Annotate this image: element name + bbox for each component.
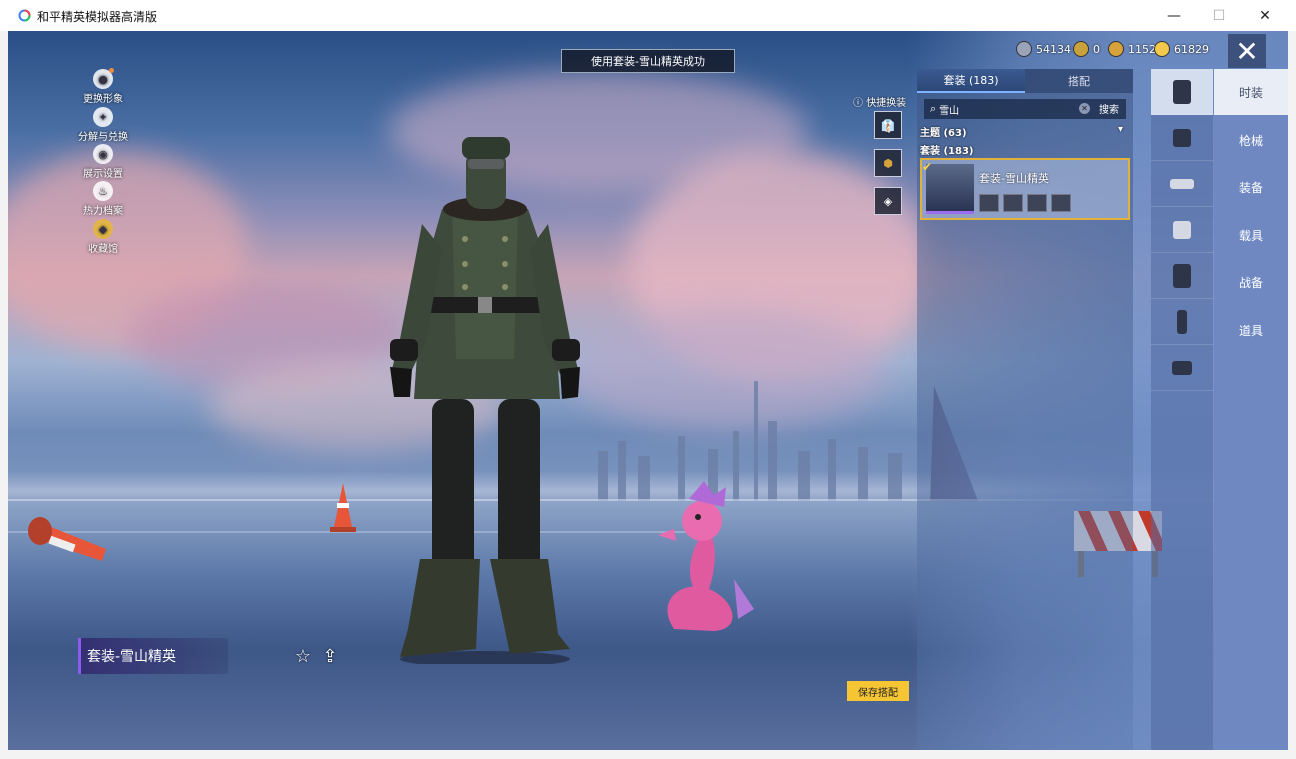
category-glasses[interactable]	[1151, 161, 1213, 207]
silver-coin-icon	[1016, 41, 1032, 57]
close-icon[interactable]: ✕	[1228, 34, 1266, 68]
player-character[interactable]	[380, 129, 590, 664]
suit-count-label: 套装 (183)	[920, 146, 974, 157]
currency-value: 54134	[1036, 42, 1071, 56]
emblem-icon: ⬢	[883, 156, 893, 170]
collection-icon: ◆	[93, 219, 113, 239]
fire-icon: ♨	[93, 181, 113, 201]
menu-label: 分解与兑换	[78, 132, 128, 143]
collection-hall-button[interactable]: ◆ 收藏馆	[70, 219, 136, 255]
tab-equipment[interactable]: 装备	[1214, 164, 1288, 210]
favorite-star-icon[interactable]: ☆	[292, 645, 314, 667]
menu-label: 收藏馆	[88, 244, 118, 255]
outfit-panel: 套装 (183) 搭配 ⌕ 雪山 ✕ 搜索 主题 (63) ▾ 套装 (183)…	[917, 69, 1133, 750]
window-title: 和平精英模拟器高清版	[37, 10, 158, 24]
game-viewport: 使用套装-雪山精英成功 ● 更换形象 ✦ 分解与兑换 ◉ 展示设置 ♨ 热力档案…	[8, 31, 1288, 750]
traffic-cone-icon	[28, 517, 106, 561]
minimize-button[interactable]: —	[1151, 0, 1197, 31]
quick-slot-badge[interactable]: ◈	[874, 187, 902, 215]
save-outfit-button[interactable]: 保存搭配	[847, 681, 909, 701]
tab-battle-prep[interactable]: 战备	[1214, 259, 1288, 305]
pet-dragon[interactable]	[654, 479, 764, 639]
decompose-icon: ✦	[93, 107, 113, 127]
right-edge	[1288, 31, 1296, 759]
category-helmet[interactable]	[1151, 115, 1213, 161]
outfit-item-name: 套装-雪山精英	[979, 172, 1049, 185]
tab-combination[interactable]: 搭配	[1025, 69, 1133, 93]
quick-slot-emblem[interactable]: ⬢	[874, 149, 902, 177]
search-icon: ⌕	[930, 102, 937, 115]
theme-filter[interactable]: 主题 (63) ▾	[920, 124, 1130, 139]
category-jacket[interactable]	[1151, 253, 1213, 299]
search-button[interactable]: 搜索	[1099, 101, 1119, 116]
tab-vehicles[interactable]: 载具	[1214, 212, 1288, 258]
main-tab-column: 时装 枪械 装备 载具 战备 道具	[1214, 69, 1288, 750]
close-window-button[interactable]: ✕	[1242, 0, 1288, 31]
clear-search-icon[interactable]: ✕	[1079, 103, 1090, 114]
maximize-button[interactable]: ☐	[1196, 0, 1242, 31]
bronze-medal-icon	[1073, 41, 1089, 57]
display-settings-button[interactable]: ◉ 展示设置	[70, 144, 136, 180]
pants-icon	[1177, 309, 1187, 334]
tab-suits[interactable]: 套装 (183)	[917, 69, 1025, 93]
gold-coin-icon	[1154, 41, 1170, 57]
shoes-icon	[1172, 360, 1192, 375]
category-pants[interactable]	[1151, 299, 1213, 345]
search-value: 雪山	[939, 105, 960, 117]
traffic-cone-icon	[330, 483, 356, 532]
eye-icon: ◉	[93, 144, 113, 164]
badge-icon: ◈	[883, 194, 893, 208]
heat-profile-button[interactable]: ♨ 热力档案	[70, 181, 136, 217]
tab-fashion[interactable]: 时装	[1214, 69, 1288, 115]
mask-icon	[1173, 220, 1191, 239]
outfit-item-card[interactable]: ✔ 套装-雪山精英	[920, 158, 1130, 220]
part-pants-icon	[1027, 194, 1047, 212]
tab-items[interactable]: 道具	[1214, 307, 1288, 353]
quick-slot-outfit[interactable]: 👔 4	[874, 111, 902, 139]
currency-silver[interactable]: 54134	[1016, 41, 1071, 57]
helmet-icon	[1173, 128, 1191, 147]
outfit-thumbnail	[926, 164, 974, 214]
currency-value: 0	[1093, 42, 1100, 56]
currency-gold[interactable]: 61829	[1154, 41, 1209, 57]
left-edge	[0, 31, 8, 759]
jacket-icon	[1173, 263, 1191, 288]
app-logo-icon	[18, 9, 31, 22]
menu-label: 更换形象	[83, 94, 123, 105]
part-shoes-icon	[1051, 194, 1071, 212]
slot-number: 4	[885, 126, 891, 136]
category-column	[1151, 69, 1213, 750]
glasses-icon	[1170, 178, 1194, 189]
quick-change-label[interactable]: ⓘ 快捷换装	[853, 94, 906, 109]
success-toast: 使用套装-雪山精英成功	[561, 49, 735, 73]
currency-token[interactable]: 1152	[1108, 41, 1156, 57]
share-icon[interactable]: ⇪	[319, 645, 341, 667]
suit-icon	[1173, 79, 1191, 104]
decompose-exchange-button[interactable]: ✦ 分解与兑换	[70, 107, 136, 143]
category-shoes[interactable]	[1151, 345, 1213, 391]
help-icon: ⓘ	[853, 98, 863, 109]
tab-firearms[interactable]: 枪械	[1214, 117, 1288, 163]
category-mask[interactable]	[1151, 207, 1213, 253]
change-appearance-button[interactable]: ● 更换形象	[70, 69, 136, 105]
notification-dot	[109, 68, 114, 73]
chevron-down-icon: ▾	[1118, 124, 1124, 135]
currency-bronze[interactable]: 0	[1073, 41, 1100, 57]
menu-label: 热力档案	[83, 206, 123, 217]
check-icon: ✔	[922, 160, 933, 174]
category-suit[interactable]	[1151, 69, 1213, 115]
outfit-nameplate: 套装-雪山精英	[78, 638, 228, 674]
bottom-edge	[0, 750, 1296, 759]
part-helmet-icon	[979, 194, 999, 212]
title-bar: 和平精英模拟器高清版 — ☐ ✕	[0, 0, 1296, 31]
part-jacket-icon	[1003, 194, 1023, 212]
currency-value: 61829	[1174, 42, 1209, 56]
currency-value: 1152	[1128, 42, 1156, 56]
app-window: 和平精英模拟器高清版 — ☐ ✕ 使用套装-雪山精英成功 ● 更换形象 ✦ 分解…	[0, 0, 1296, 759]
gold-token-icon	[1108, 41, 1124, 57]
search-input[interactable]: ⌕ 雪山 ✕ 搜索	[924, 99, 1126, 119]
menu-label: 展示设置	[83, 169, 123, 180]
